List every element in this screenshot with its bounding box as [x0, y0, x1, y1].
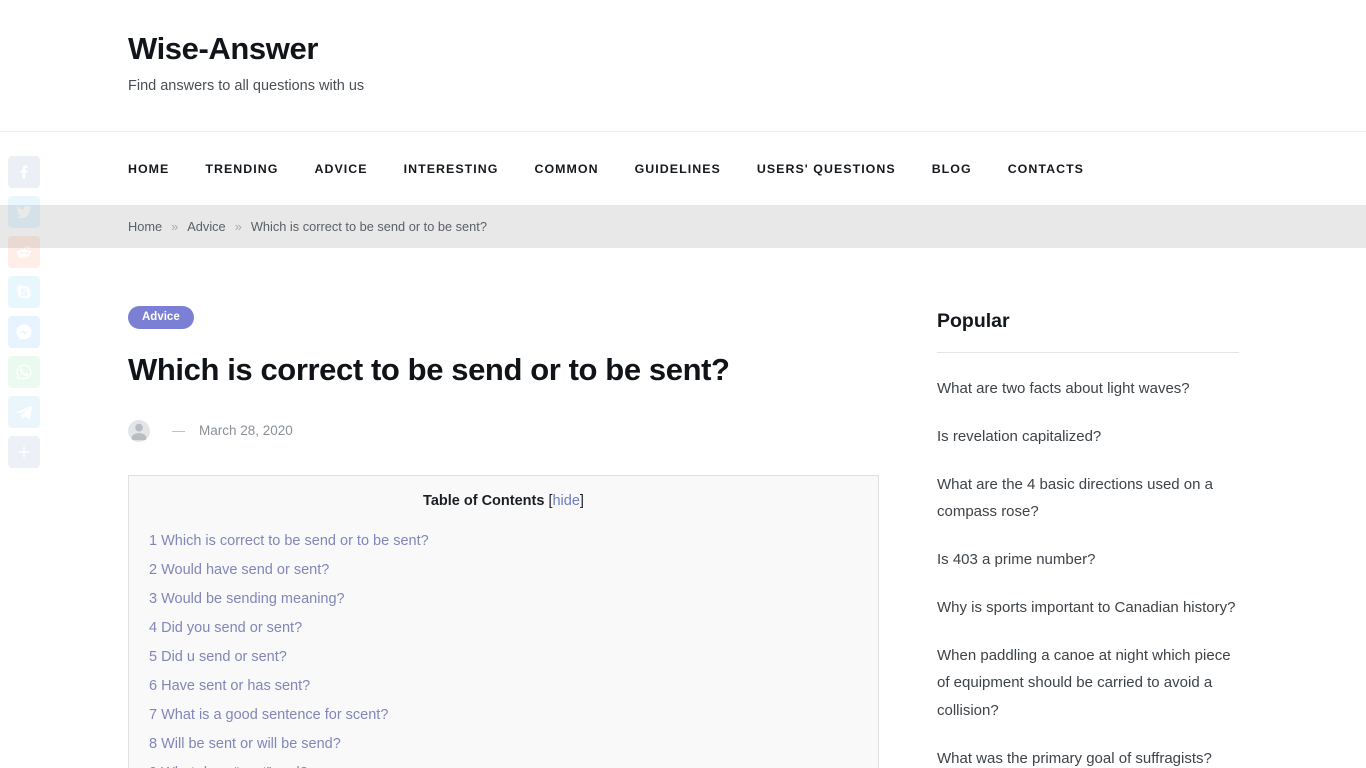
article-column: Advice Which is correct to be send or to…	[128, 248, 879, 768]
list-item: Is 403 a prime number?	[937, 546, 1239, 574]
list-item: 7 What is a good sentence for scent?	[149, 706, 858, 726]
nav-item-contacts[interactable]: CONTACTS	[1008, 162, 1084, 176]
table-of-contents: Table of Contents [hide] 1 Which is corr…	[128, 474, 879, 768]
list-item: Why is sports important to Canadian hist…	[937, 594, 1239, 622]
sidebar-divider	[937, 352, 1239, 353]
toc-header: Table of Contents [hide]	[149, 493, 858, 509]
meta-separator: —	[172, 423, 185, 439]
list-item: 1 Which is correct to be send or to be s…	[149, 532, 858, 552]
list-item: 5 Did u send or sent?	[149, 648, 858, 668]
toc-title: Table of Contents	[423, 492, 545, 509]
toc-hide-link[interactable]: hide	[552, 493, 579, 509]
popular-item-7[interactable]: What was the primary goal of suffragists…	[937, 745, 1239, 768]
list-item: 6 Have sent or has sent?	[149, 677, 858, 697]
toc-item-2[interactable]: 2 Would have send or sent?	[149, 562, 329, 578]
sidebar: Popular What are two facts about light w…	[937, 248, 1239, 768]
list-item: 3 Would be sending meaning?	[149, 590, 858, 610]
popular-item-1[interactable]: What are two facts about light waves?	[937, 375, 1239, 403]
category-badge[interactable]: Advice	[128, 306, 194, 329]
popular-item-5[interactable]: Why is sports important to Canadian hist…	[937, 594, 1239, 622]
facebook-icon[interactable]	[8, 156, 40, 188]
toc-bracket-close: ]	[579, 492, 584, 509]
category-badge-row: Advice	[128, 306, 878, 329]
list-item: 8 Will be sent or will be send?	[149, 735, 858, 755]
list-item: What was the primary goal of suffragists…	[937, 745, 1239, 768]
breadcrumb-category[interactable]: Advice	[187, 219, 225, 234]
breadcrumb-current: Which is correct to be send or to be sen…	[250, 219, 487, 234]
toc-item-6[interactable]: 6 Have sent or has sent?	[149, 678, 310, 694]
toc-item-3[interactable]: 3 Would be sending meaning?	[149, 591, 345, 607]
nav-item-blog[interactable]: BLOG	[932, 162, 972, 176]
page-root: Wise-Answer Find answers to all question…	[0, 0, 1366, 768]
breadcrumb-separator-icon: »	[234, 219, 242, 234]
list-item: When paddling a canoe at night which pie…	[937, 642, 1239, 725]
site-tagline: Find answers to all questions with us	[128, 78, 365, 94]
toc-item-7[interactable]: 7 What is a good sentence for scent?	[149, 707, 388, 723]
skype-icon[interactable]	[8, 276, 40, 308]
page-title: Which is correct to be send or to be sen…	[128, 352, 730, 387]
toc-list: 1 Which is correct to be send or to be s…	[149, 532, 858, 768]
nav-item-guidelines[interactable]: GUIDELINES	[635, 162, 721, 176]
popular-item-2[interactable]: Is revelation capitalized?	[937, 423, 1239, 451]
nav-item-interesting[interactable]: INTERESTING	[404, 162, 499, 176]
popular-item-6[interactable]: When paddling a canoe at night which pie…	[937, 642, 1239, 725]
post-date[interactable]: March 28, 2020	[199, 423, 293, 438]
breadcrumb-separator-icon: »	[171, 219, 179, 234]
whatsapp-icon[interactable]	[8, 356, 40, 388]
breadcrumb-home[interactable]: Home	[128, 219, 162, 234]
site-header: Wise-Answer Find answers to all question…	[0, 0, 1366, 132]
site-title[interactable]: Wise-Answer	[128, 30, 318, 67]
list-item: What are the 4 basic directions used on …	[937, 471, 1239, 527]
nav-item-common[interactable]: COMMON	[534, 162, 598, 176]
toc-item-8[interactable]: 8 Will be sent or will be send?	[149, 736, 341, 752]
reddit-icon[interactable]	[8, 236, 40, 268]
nav-item-users-questions[interactable]: USERS' QUESTIONS	[757, 162, 896, 176]
nav-item-home[interactable]: HOME	[128, 162, 169, 176]
post-meta: — March 28, 2020	[128, 419, 878, 442]
list-item: What are two facts about light waves?	[937, 375, 1239, 403]
list-item: 9 What does “sent” and?	[149, 764, 858, 768]
popular-list: What are two facts about light waves? Is…	[937, 375, 1239, 768]
messenger-icon[interactable]	[8, 316, 40, 348]
social-share-rail	[8, 156, 40, 468]
share-icon[interactable]	[8, 436, 40, 468]
toc-item-1[interactable]: 1 Which is correct to be send or to be s…	[149, 533, 429, 549]
nav-item-advice[interactable]: ADVICE	[314, 162, 367, 176]
toc-item-5[interactable]: 5 Did u send or sent?	[149, 649, 287, 665]
main-navigation: HOME TRENDING ADVICE INTERESTING COMMON …	[0, 133, 1366, 205]
list-item: 2 Would have send or sent?	[149, 561, 858, 581]
list-item: Is revelation capitalized?	[937, 423, 1239, 451]
popular-item-3[interactable]: What are the 4 basic directions used on …	[937, 471, 1239, 527]
popular-item-4[interactable]: Is 403 a prime number?	[937, 546, 1239, 574]
avatar	[128, 419, 150, 442]
toc-item-4[interactable]: 4 Did you send or sent?	[149, 620, 302, 636]
telegram-icon[interactable]	[8, 396, 40, 428]
nav-item-trending[interactable]: TRENDING	[205, 162, 278, 176]
twitter-icon[interactable]	[8, 196, 40, 228]
list-item: 4 Did you send or sent?	[149, 619, 858, 639]
breadcrumb: Home » Advice » Which is correct to be s…	[0, 205, 1366, 248]
sidebar-title-popular: Popular	[937, 310, 1010, 332]
